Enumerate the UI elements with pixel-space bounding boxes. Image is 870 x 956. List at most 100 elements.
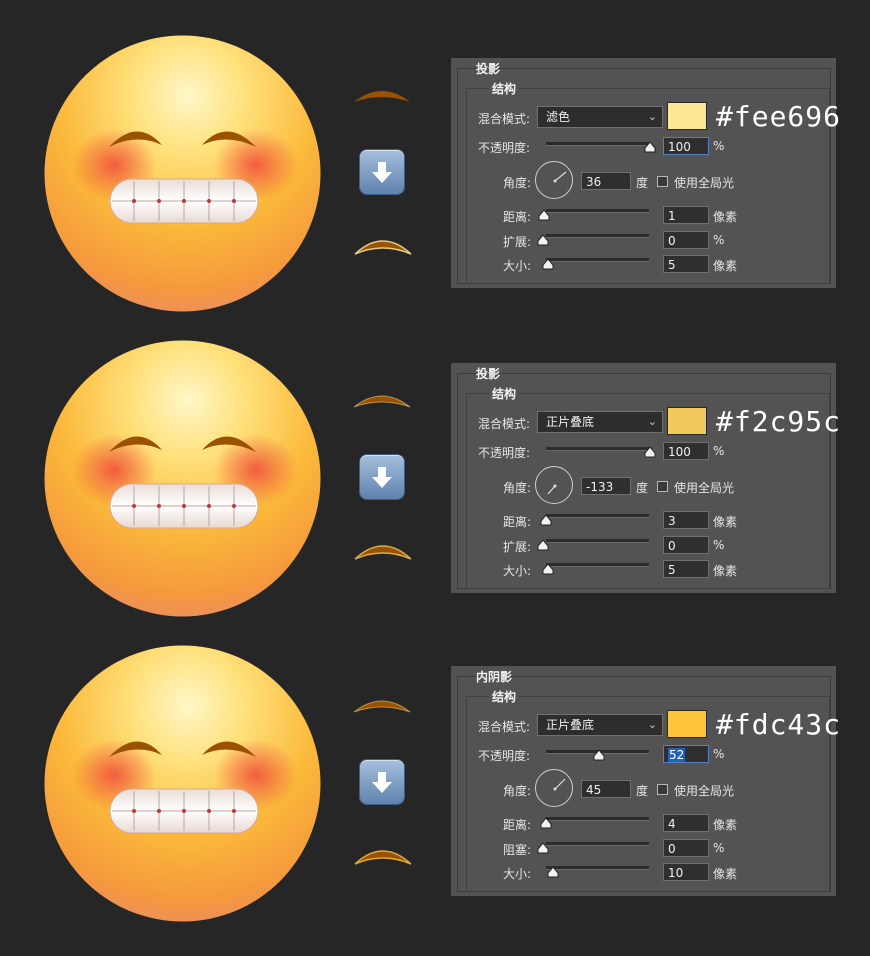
slider-thumb-icon[interactable]: [538, 209, 550, 221]
blend-mode-value: 正片叠底: [546, 718, 595, 732]
slider-thumb-icon[interactable]: [542, 563, 554, 575]
distance-slider[interactable]: [546, 817, 649, 821]
distance-value: 1: [668, 209, 676, 223]
percent-unit: %: [713, 747, 725, 761]
checkbox-icon[interactable]: [657, 784, 668, 795]
layer-style-panel: 投影 结构 混合模式: 正片叠底 ⌄ #f2c95c 不透明度: 100 % 角…: [451, 363, 840, 593]
size-slider[interactable]: [546, 258, 649, 262]
percent-unit: %: [713, 444, 725, 458]
percent-unit: %: [713, 538, 725, 552]
slider-thumb-icon[interactable]: [542, 258, 554, 270]
color-hex-label: #f2c95c: [716, 405, 842, 438]
distance-slider[interactable]: [546, 209, 649, 213]
blend-mode-select[interactable]: 正片叠底 ⌄: [537, 714, 663, 736]
distance-input[interactable]: 1: [663, 206, 709, 224]
angle-dial-icon[interactable]: [535, 466, 573, 504]
spread-input[interactable]: 0: [663, 536, 709, 554]
size-value: 10: [668, 866, 684, 880]
opacity-slider[interactable]: [546, 142, 649, 146]
color-swatch[interactable]: [667, 102, 707, 130]
size-value: 5: [668, 258, 676, 272]
checkbox-icon[interactable]: [657, 176, 668, 187]
use-global-light-label: 使用全局光: [674, 481, 735, 495]
opacity-value: 52: [668, 748, 686, 762]
angle-input[interactable]: 36: [581, 172, 631, 190]
choke-label: 阻塞:: [503, 843, 532, 857]
blend-mode-label: 混合模式:: [478, 417, 531, 431]
spread-slider[interactable]: [546, 539, 649, 543]
step-section-2: 投影 结构 混合模式: 正片叠底 ⌄ #f2c95c 不透明度: 100 % 角…: [0, 305, 870, 617]
angle-value: 36: [586, 175, 602, 189]
slider-thumb-icon[interactable]: [547, 866, 559, 878]
degree-unit: 度: [636, 481, 649, 495]
angle-value: 45: [586, 783, 602, 797]
spread-input[interactable]: 0: [663, 231, 709, 249]
slider-thumb-icon[interactable]: [537, 234, 549, 246]
opacity-value: 100: [668, 445, 691, 459]
eyebrow-after-icon: [354, 545, 412, 560]
size-slider[interactable]: [546, 563, 649, 567]
chevron-down-icon: ⌄: [647, 110, 657, 123]
angle-dial-icon[interactable]: [535, 161, 573, 199]
opacity-input[interactable]: 100: [663, 137, 709, 155]
emoji-face-icon: [44, 340, 321, 617]
slider-thumb-icon[interactable]: [644, 446, 656, 458]
percent-unit: %: [713, 233, 725, 247]
choke-value: 0: [668, 842, 676, 856]
slider-thumb-icon[interactable]: [537, 842, 549, 854]
distance-label: 距离:: [503, 515, 532, 529]
percent-unit: %: [713, 139, 725, 153]
angle-label: 角度:: [503, 176, 532, 190]
color-swatch[interactable]: [667, 710, 707, 738]
choke-input[interactable]: 0: [663, 839, 709, 857]
distance-input[interactable]: 3: [663, 511, 709, 529]
size-input[interactable]: 10: [663, 863, 709, 881]
chevron-down-icon: ⌄: [647, 718, 657, 731]
degree-unit: 度: [636, 784, 649, 798]
step-section-1: 投影 结构 混合模式: 滤色 ⌄ #fee696 不透明度: 100 % 角度:…: [0, 0, 870, 312]
pixel-unit: 像素: [713, 515, 738, 529]
opacity-slider[interactable]: [546, 447, 649, 451]
eyebrow-before-icon: [353, 700, 411, 713]
color-hex-label: #fee696: [716, 100, 842, 133]
down-arrow-button[interactable]: [360, 455, 404, 499]
blend-mode-value: 正片叠底: [546, 415, 595, 429]
down-arrow-button[interactable]: [360, 150, 404, 194]
slider-thumb-icon[interactable]: [540, 514, 552, 526]
degree-unit: 度: [636, 176, 649, 190]
color-swatch[interactable]: [667, 407, 707, 435]
pixel-unit: 像素: [713, 259, 738, 273]
blend-mode-select[interactable]: 正片叠底 ⌄: [537, 411, 663, 433]
opacity-input[interactable]: 52: [663, 745, 709, 763]
distance-label: 距离:: [503, 818, 532, 832]
checkbox-icon[interactable]: [657, 481, 668, 492]
opacity-input[interactable]: 100: [663, 442, 709, 460]
layer-style-panel: 内阴影 结构 混合模式: 正片叠底 ⌄ #fdc43c 不透明度: 52 % 角…: [451, 666, 840, 896]
eyebrow-after-icon: [354, 240, 412, 255]
angle-value: -133: [586, 480, 614, 494]
blend-mode-select[interactable]: 滤色 ⌄: [537, 106, 663, 128]
slider-thumb-icon[interactable]: [593, 749, 605, 761]
size-input[interactable]: 5: [663, 560, 709, 578]
spread-slider[interactable]: [546, 234, 649, 238]
down-arrow-button[interactable]: [360, 760, 404, 804]
layer-style-panel: 投影 结构 混合模式: 滤色 ⌄ #fee696 不透明度: 100 % 角度:…: [451, 58, 840, 288]
color-hex-label: #fdc43c: [716, 708, 842, 741]
distance-slider[interactable]: [546, 514, 649, 518]
choke-slider[interactable]: [546, 842, 649, 846]
size-value: 5: [668, 563, 676, 577]
size-input[interactable]: 5: [663, 255, 709, 273]
angle-input[interactable]: 45: [581, 780, 631, 798]
panel-title: 投影: [476, 62, 501, 76]
eyebrow-after-icon: [354, 850, 412, 865]
slider-thumb-icon[interactable]: [644, 141, 656, 153]
distance-input[interactable]: 4: [663, 814, 709, 832]
slider-thumb-icon[interactable]: [540, 817, 552, 829]
angle-dial-icon[interactable]: [535, 769, 573, 807]
slider-thumb-icon[interactable]: [537, 539, 549, 551]
spread-label: 扩展:: [503, 235, 532, 249]
size-slider[interactable]: [546, 866, 649, 870]
angle-input[interactable]: -133: [581, 477, 631, 495]
pixel-unit: 像素: [713, 210, 738, 224]
size-label: 大小:: [503, 259, 532, 273]
